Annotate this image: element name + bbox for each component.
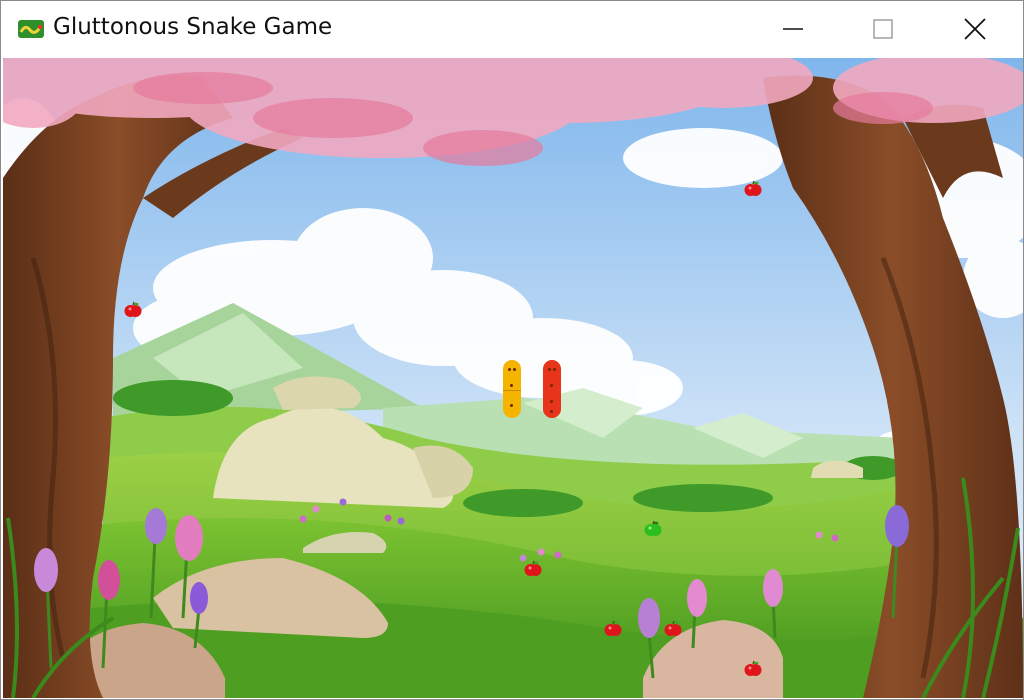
close-icon — [964, 18, 986, 40]
red-apple — [604, 620, 622, 636]
red-apple — [524, 560, 542, 576]
green-apple — [644, 520, 662, 536]
minimize-button[interactable] — [747, 1, 839, 57]
red-apple — [744, 660, 762, 676]
red-apple — [744, 180, 762, 196]
window-title: Gluttonous Snake Game — [53, 14, 333, 40]
maximize-icon — [873, 19, 893, 39]
maximize-button[interactable] — [837, 1, 929, 57]
red-apple — [124, 301, 142, 317]
game-board[interactable] — [3, 58, 1023, 698]
game-window: Gluttonous Snake Game — [0, 0, 1024, 700]
player-snake — [503, 360, 521, 418]
snake-game-icon — [18, 20, 44, 38]
title-bar[interactable]: Gluttonous Snake Game — [1, 1, 1023, 57]
ai-snake — [543, 360, 561, 418]
minimize-icon — [783, 28, 803, 30]
red-apple — [664, 620, 682, 636]
close-button[interactable] — [929, 1, 1021, 57]
